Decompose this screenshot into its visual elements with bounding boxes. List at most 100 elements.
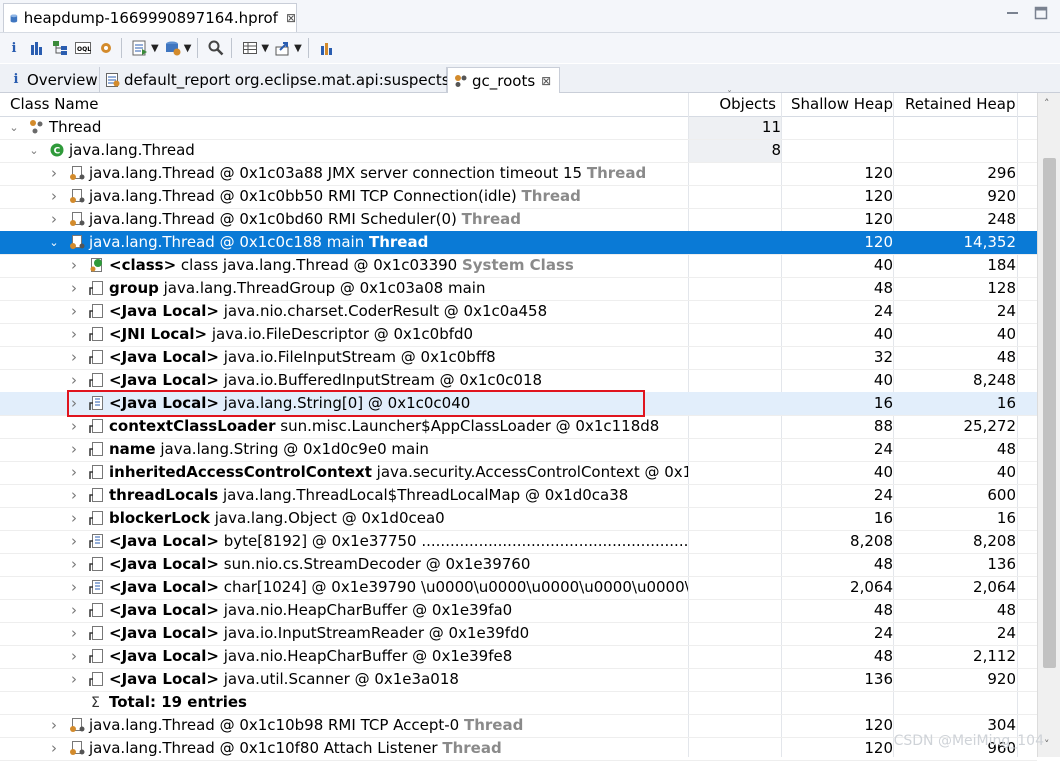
table-row[interactable]: ⌄ java.lang.Thread @ 0x1c0c188 main Threa…: [0, 231, 1037, 255]
column-header-shallow-heap[interactable]: Shallow Heap: [791, 93, 893, 116]
table-row[interactable]: › <Java Local> java.nio.HeapCharBuffer @ …: [0, 645, 1037, 669]
table-row[interactable]: › <Java Local> java.nio.HeapCharBuffer @ …: [0, 599, 1037, 623]
search-icon[interactable]: [207, 39, 225, 57]
chevron-down-icon[interactable]: ▼: [184, 43, 192, 54]
table-row[interactable]: › java.lang.Thread @ 0x1c10f80 Attach Lis…: [0, 737, 1037, 761]
tab-gc-roots[interactable]: gc_roots ⊠: [447, 67, 560, 94]
object-description: java.lang.Thread @ 0x1c0bb50 RMI TCP Con…: [89, 187, 522, 205]
close-icon[interactable]: ⊠: [286, 11, 296, 25]
expand-chevron-icon[interactable]: ›: [68, 461, 80, 484]
table-row[interactable]: ⌄ Thread 11: [0, 116, 1037, 140]
histogram-icon[interactable]: [28, 39, 46, 57]
table-row[interactable]: › threadLocals java.lang.ThreadLocal$Thre…: [0, 484, 1037, 508]
chevron-down-icon[interactable]: ▼: [261, 43, 269, 54]
scrollbar-thumb[interactable]: [1043, 158, 1056, 668]
expand-chevron-icon[interactable]: ›: [68, 576, 80, 599]
object-description: java.io.BufferedInputStream @ 0x1c0c018: [218, 371, 543, 389]
gear-icon[interactable]: [97, 39, 115, 57]
chevron-down-icon[interactable]: ▼: [294, 43, 302, 54]
expand-chevron-icon[interactable]: ›: [48, 208, 60, 231]
svg-text:Σ: Σ: [91, 695, 100, 710]
row-label: java.lang.Thread @ 0x1c0bd60 RMI Schedul…: [89, 208, 521, 231]
expand-chevron-icon[interactable]: ›: [68, 484, 80, 507]
shallow-heap-cell: 136: [864, 670, 893, 688]
query-icon[interactable]: [164, 39, 182, 57]
expand-chevron-icon[interactable]: ›: [68, 415, 80, 438]
table-row[interactable]: › java.lang.Thread @ 0x1c10b98 RMI TCP Ac…: [0, 714, 1037, 738]
minimize-icon[interactable]: [1006, 6, 1020, 20]
report-icon[interactable]: [131, 39, 149, 57]
expand-chevron-icon[interactable]: ›: [68, 530, 80, 553]
maximize-icon[interactable]: [1034, 6, 1048, 20]
expand-chevron-icon[interactable]: ›: [68, 369, 80, 392]
collapse-chevron-icon[interactable]: ⌄: [28, 139, 40, 162]
editor-tab[interactable]: heapdump-1669990897164.hprof ⊠: [3, 3, 297, 32]
object-description: java.security.AccessControlContext @ 0x1…: [376, 463, 688, 481]
table-row[interactable]: › <Java Local> sun.nio.cs.StreamDecoder @…: [0, 553, 1037, 577]
table-row[interactable]: › java.lang.Thread @ 0x1c0bb50 RMI TCP Co…: [0, 185, 1037, 209]
column-header-retained-heap[interactable]: Retained Heap: [905, 93, 1015, 116]
expand-chevron-icon[interactable]: ›: [68, 645, 80, 668]
table-row[interactable]: › <Java Local> java.io.InputStreamReader …: [0, 622, 1037, 646]
table-icon[interactable]: [241, 39, 259, 57]
table-row[interactable]: › <class> class java.lang.Thread @ 0x1c03…: [0, 254, 1037, 278]
class-name-cell: › <Java Local> char[1024] @ 0x1e39790 \u0…: [0, 576, 688, 599]
retained-heap-cell: 40: [996, 325, 1016, 343]
class-name-cell: › name java.lang.String @ 0x1d0c9e0 main: [0, 438, 688, 461]
table-row[interactable]: ⌄ Cjava.lang.Thread 8: [0, 139, 1037, 163]
vertical-scrollbar[interactable]: ˄ ˅: [1037, 93, 1060, 757]
expand-chevron-icon[interactable]: ›: [68, 323, 80, 346]
class-name-cell: › java.lang.Thread @ 0x1c0bd60 RMI Schedu…: [0, 208, 688, 231]
expand-chevron-icon[interactable]: ›: [68, 553, 80, 576]
export-icon[interactable]: [274, 39, 292, 57]
expand-chevron-icon[interactable]: ›: [48, 185, 60, 208]
table-row[interactable]: Σ Total: 19 entries: [0, 691, 1037, 715]
table-row[interactable]: › group java.lang.ThreadGroup @ 0x1c03a08…: [0, 277, 1037, 301]
info-icon[interactable]: i: [5, 39, 23, 57]
thread-object-icon: [70, 212, 85, 226]
table-row[interactable]: › <JNI Local> java.io.FileDescriptor @ 0x…: [0, 323, 1037, 347]
table-row[interactable]: › <Java Local> java.util.Scanner @ 0x1e3a…: [0, 668, 1037, 692]
expand-chevron-icon[interactable]: ›: [68, 668, 80, 691]
expand-chevron-icon[interactable]: ›: [68, 438, 80, 461]
scroll-up-icon[interactable]: ˄: [1044, 97, 1050, 110]
tab-overview[interactable]: i Overview: [3, 67, 100, 92]
table-row[interactable]: › java.lang.Thread @ 0x1c03a88 JMX server…: [0, 162, 1037, 186]
table-row[interactable]: › <Java Local> java.io.FileInputStream @ …: [0, 346, 1037, 370]
table-row[interactable]: › inheritedAccessControlContext java.secu…: [0, 461, 1037, 485]
dominator-tree-icon[interactable]: [51, 39, 69, 57]
table-row[interactable]: › <Java Local> java.nio.charset.CoderResu…: [0, 300, 1037, 324]
expand-chevron-icon[interactable]: ›: [48, 714, 60, 737]
expand-chevron-icon[interactable]: ›: [48, 162, 60, 185]
column-header-objects[interactable]: Objects: [689, 93, 776, 116]
toolbar: i OQL ▼ ▼ ▼ ▼: [0, 33, 1060, 63]
row-label: <Java Local> java.io.InputStreamReader @…: [109, 622, 529, 645]
oql-icon[interactable]: OQL: [74, 39, 92, 57]
expand-chevron-icon[interactable]: ›: [68, 300, 80, 323]
expand-chevron-icon[interactable]: ›: [68, 622, 80, 645]
expand-chevron-icon[interactable]: ›: [68, 277, 80, 300]
tab-default-report[interactable]: default_report org.eclipse.mat.api:suspe…: [100, 67, 450, 92]
table-row[interactable]: › contextClassLoader sun.misc.Launcher$Ap…: [0, 415, 1037, 439]
table-row[interactable]: › blockerLock java.lang.Object @ 0x1d0cea…: [0, 507, 1037, 531]
retained-heap-cell: 16: [996, 394, 1016, 412]
expand-chevron-icon[interactable]: ›: [68, 346, 80, 369]
heap-filter-icon[interactable]: [318, 39, 336, 57]
retained-heap-cell: 2,064: [973, 578, 1016, 596]
table-row[interactable]: › <Java Local> byte[8192] @ 0x1e37750 ...…: [0, 530, 1037, 554]
expand-chevron-icon[interactable]: ›: [68, 507, 80, 530]
close-icon[interactable]: ⊠: [541, 74, 551, 88]
table-row[interactable]: › <Java Local> char[1024] @ 0x1e39790 \u0…: [0, 576, 1037, 600]
collapse-chevron-icon[interactable]: ⌄: [8, 116, 20, 139]
table-row[interactable]: › java.lang.Thread @ 0x1c0bd60 RMI Schedu…: [0, 208, 1037, 232]
chevron-down-icon[interactable]: ▼: [151, 43, 159, 54]
row-label: <Java Local> char[1024] @ 0x1e39790 \u00…: [109, 576, 688, 599]
collapse-chevron-icon[interactable]: ⌄: [48, 231, 60, 254]
column-header-class-name[interactable]: Class Name: [10, 93, 98, 116]
window-controls: [1006, 6, 1048, 20]
scroll-down-icon[interactable]: ˅: [1044, 738, 1050, 751]
object-kind: Thread: [461, 210, 521, 228]
expand-chevron-icon[interactable]: ›: [68, 599, 80, 622]
expand-chevron-icon[interactable]: ›: [68, 254, 80, 277]
table-row[interactable]: › name java.lang.String @ 0x1d0c9e0 main 2…: [0, 438, 1037, 462]
